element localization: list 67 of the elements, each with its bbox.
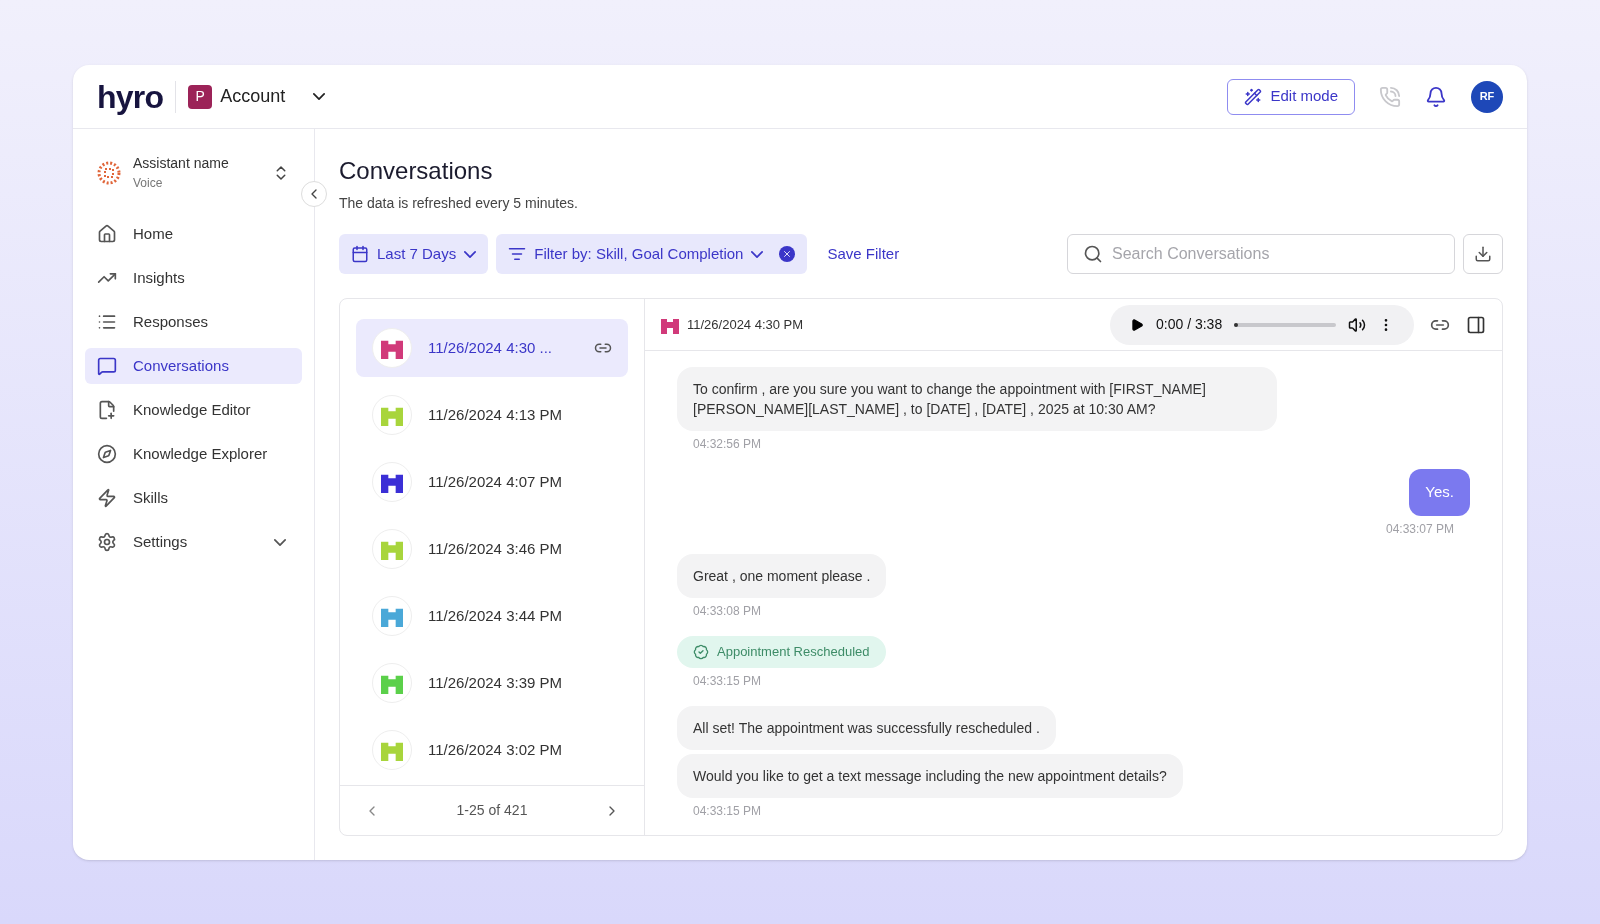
filter-icon [508,245,527,263]
clear-filter-icon[interactable] [779,246,796,262]
assistant-logo-icon [97,160,121,185]
sidebar-item[interactable]: Home [85,216,302,252]
sidebar-item[interactable]: Insights [85,260,302,296]
settings-icon [97,532,117,552]
download-icon [1474,245,1492,263]
sidebar-item[interactable]: Knowledge Explorer [85,436,302,472]
account-badge: P [188,84,213,109]
message-time: 04:32:56 PM [692,436,763,453]
message-time: 04:33:15 PM [692,672,763,690]
sidebar-item[interactable]: Conversations [85,348,302,384]
conversation-time: 11/26/2024 4:30 PM [687,315,804,334]
conversation-item[interactable]: 11/26/2024 4:13 PM [356,386,628,444]
chevron-down-icon [313,93,326,100]
lightning-icon [97,488,117,508]
message-time: 04:33:15 PM [692,802,763,820]
notification-bell-icon[interactable] [1425,85,1447,108]
save-filter-link[interactable]: Save Filter [827,242,900,266]
user-avatar[interactable]: RF [1471,80,1503,113]
chat-bubble-icon [97,356,117,376]
filter-button[interactable]: Filter by: Skill, Goal Completion [496,234,808,274]
conversation-item[interactable]: 11/26/2024 3:39 PM [356,654,628,712]
audio-progress-track[interactable] [1234,322,1336,327]
date-range-button[interactable]: Last 7 Days [339,234,489,274]
assistant-type: Voice [133,175,164,192]
search-field[interactable]: Search Conversations [1067,234,1455,274]
chevron-down-icon [464,250,477,258]
compass-icon [97,444,117,464]
bot-message: All set! The appointment was successfully rescheduled . [677,705,1056,750]
sidebar-item[interactable]: Responses [85,304,302,340]
assistant-name: Assistant name [133,154,230,173]
download-button[interactable] [1463,234,1503,274]
audio-player[interactable]: 0:00 / 3:38 [1110,304,1414,345]
event-label: Appointment Rescheduled [717,642,870,661]
volume-icon[interactable] [1348,315,1366,334]
account-switcher[interactable]: P Account [188,83,326,110]
conversation-item[interactable]: 11/26/2024 3:02 PM [356,721,628,779]
document-plus-icon [97,400,117,420]
conversation-item[interactable]: 11/26/2024 3:46 PM [356,520,628,578]
bot-message: Great , one moment please . [677,553,887,598]
message-time: 04:33:08 PM [692,602,763,620]
search-icon [1083,244,1103,264]
audio-time: 0:00 / 3:38 [1156,315,1223,334]
sidebar-item[interactable]: Settings [85,524,302,560]
conversation-item[interactable]: 11/26/2024 3:44 PM [356,587,628,645]
message-time: 04:33:07 PM [1385,520,1455,538]
home-icon [97,224,117,244]
magic-wand-icon [1244,87,1263,106]
sidebar-item[interactable]: Knowledge Editor [85,392,302,428]
chevron-down-icon [751,250,764,258]
conversation-item[interactable]: 11/26/2024 4:30 ... [356,319,628,377]
bot-message: To confirm , are you sure you want to change the appointment with [FIRST_NAME] [PERSON_NAME][LAST_NAME] , to [DATE] , [DATE] , 2025 at 10:30 AM? [677,367,1277,431]
edit-mode-button[interactable]: Edit mode [1227,78,1355,115]
logo: hyro [97,77,164,117]
page-title: Conversations [339,156,494,186]
bot-message: Would you like to get a text message including the new appointment details? [677,753,1183,798]
calendar-icon [351,245,369,263]
list-icon [97,312,117,332]
side-panel-icon[interactable] [1466,314,1486,335]
check-badge-icon [693,643,709,660]
user-message: Yes. [1409,469,1470,516]
play-icon[interactable] [1130,317,1144,332]
conversation-item[interactable]: 11/26/2024 4:07 PM [356,453,628,511]
sidebar-item[interactable]: Skills [85,480,302,516]
pagination-label: 1-25 of 421 [456,801,528,820]
page-subtitle: The data is refreshed every 5 minutes. [339,194,579,213]
